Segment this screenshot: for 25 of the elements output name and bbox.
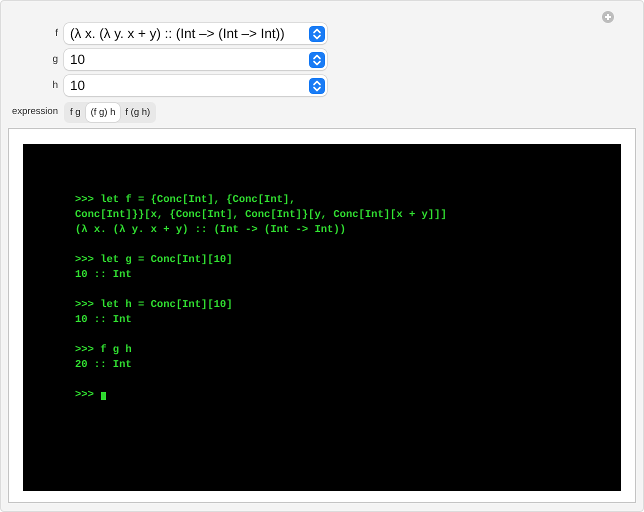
control-label: h [51,80,58,91]
terminal-line: >>> f g h [75,343,133,358]
dropdown[interactable]: (λ x. (λ y. x + y) :: (Int –> (Int –> Int)) [64,23,327,44]
dropdown[interactable]: 10 [64,75,327,96]
segment-button[interactable]: (f g) h [86,103,120,122]
terminal-line: 20 :: Int [75,358,133,373]
cursor-icon [100,392,106,400]
chevron-icon [309,78,325,94]
plus-icon[interactable] [602,11,614,23]
terminal-line: 10 :: Int [75,268,133,283]
terminal-line: >>> let f = {Conc[Int], {Conc[Int], [75,193,297,208]
terminal-line: (λ x. (λ y. x + y) :: (Int -> (Int -> Int)) [75,223,347,238]
segment-button[interactable]: f g [65,103,86,122]
dropdown[interactable]: 10 [64,49,327,70]
control-label: g [51,54,58,65]
segment-button[interactable]: f (g h) [120,103,156,122]
control-label: f [54,28,58,39]
terminal-line: >>> let g = Conc[Int][10] [75,253,234,268]
terminal-line: >>> let h = Conc[Int][10] [75,298,234,313]
control-label: expression [11,106,58,117]
terminal-prompt: >>> [75,388,94,403]
chevron-icon [309,26,325,42]
terminal-line: 10 :: Int [75,313,133,328]
chevron-icon [309,52,325,68]
terminal-line: Conc[Int]}}[x, {Conc[Int], Conc[Int]}[y, Conc[Int][x + y]]] [75,208,448,223]
